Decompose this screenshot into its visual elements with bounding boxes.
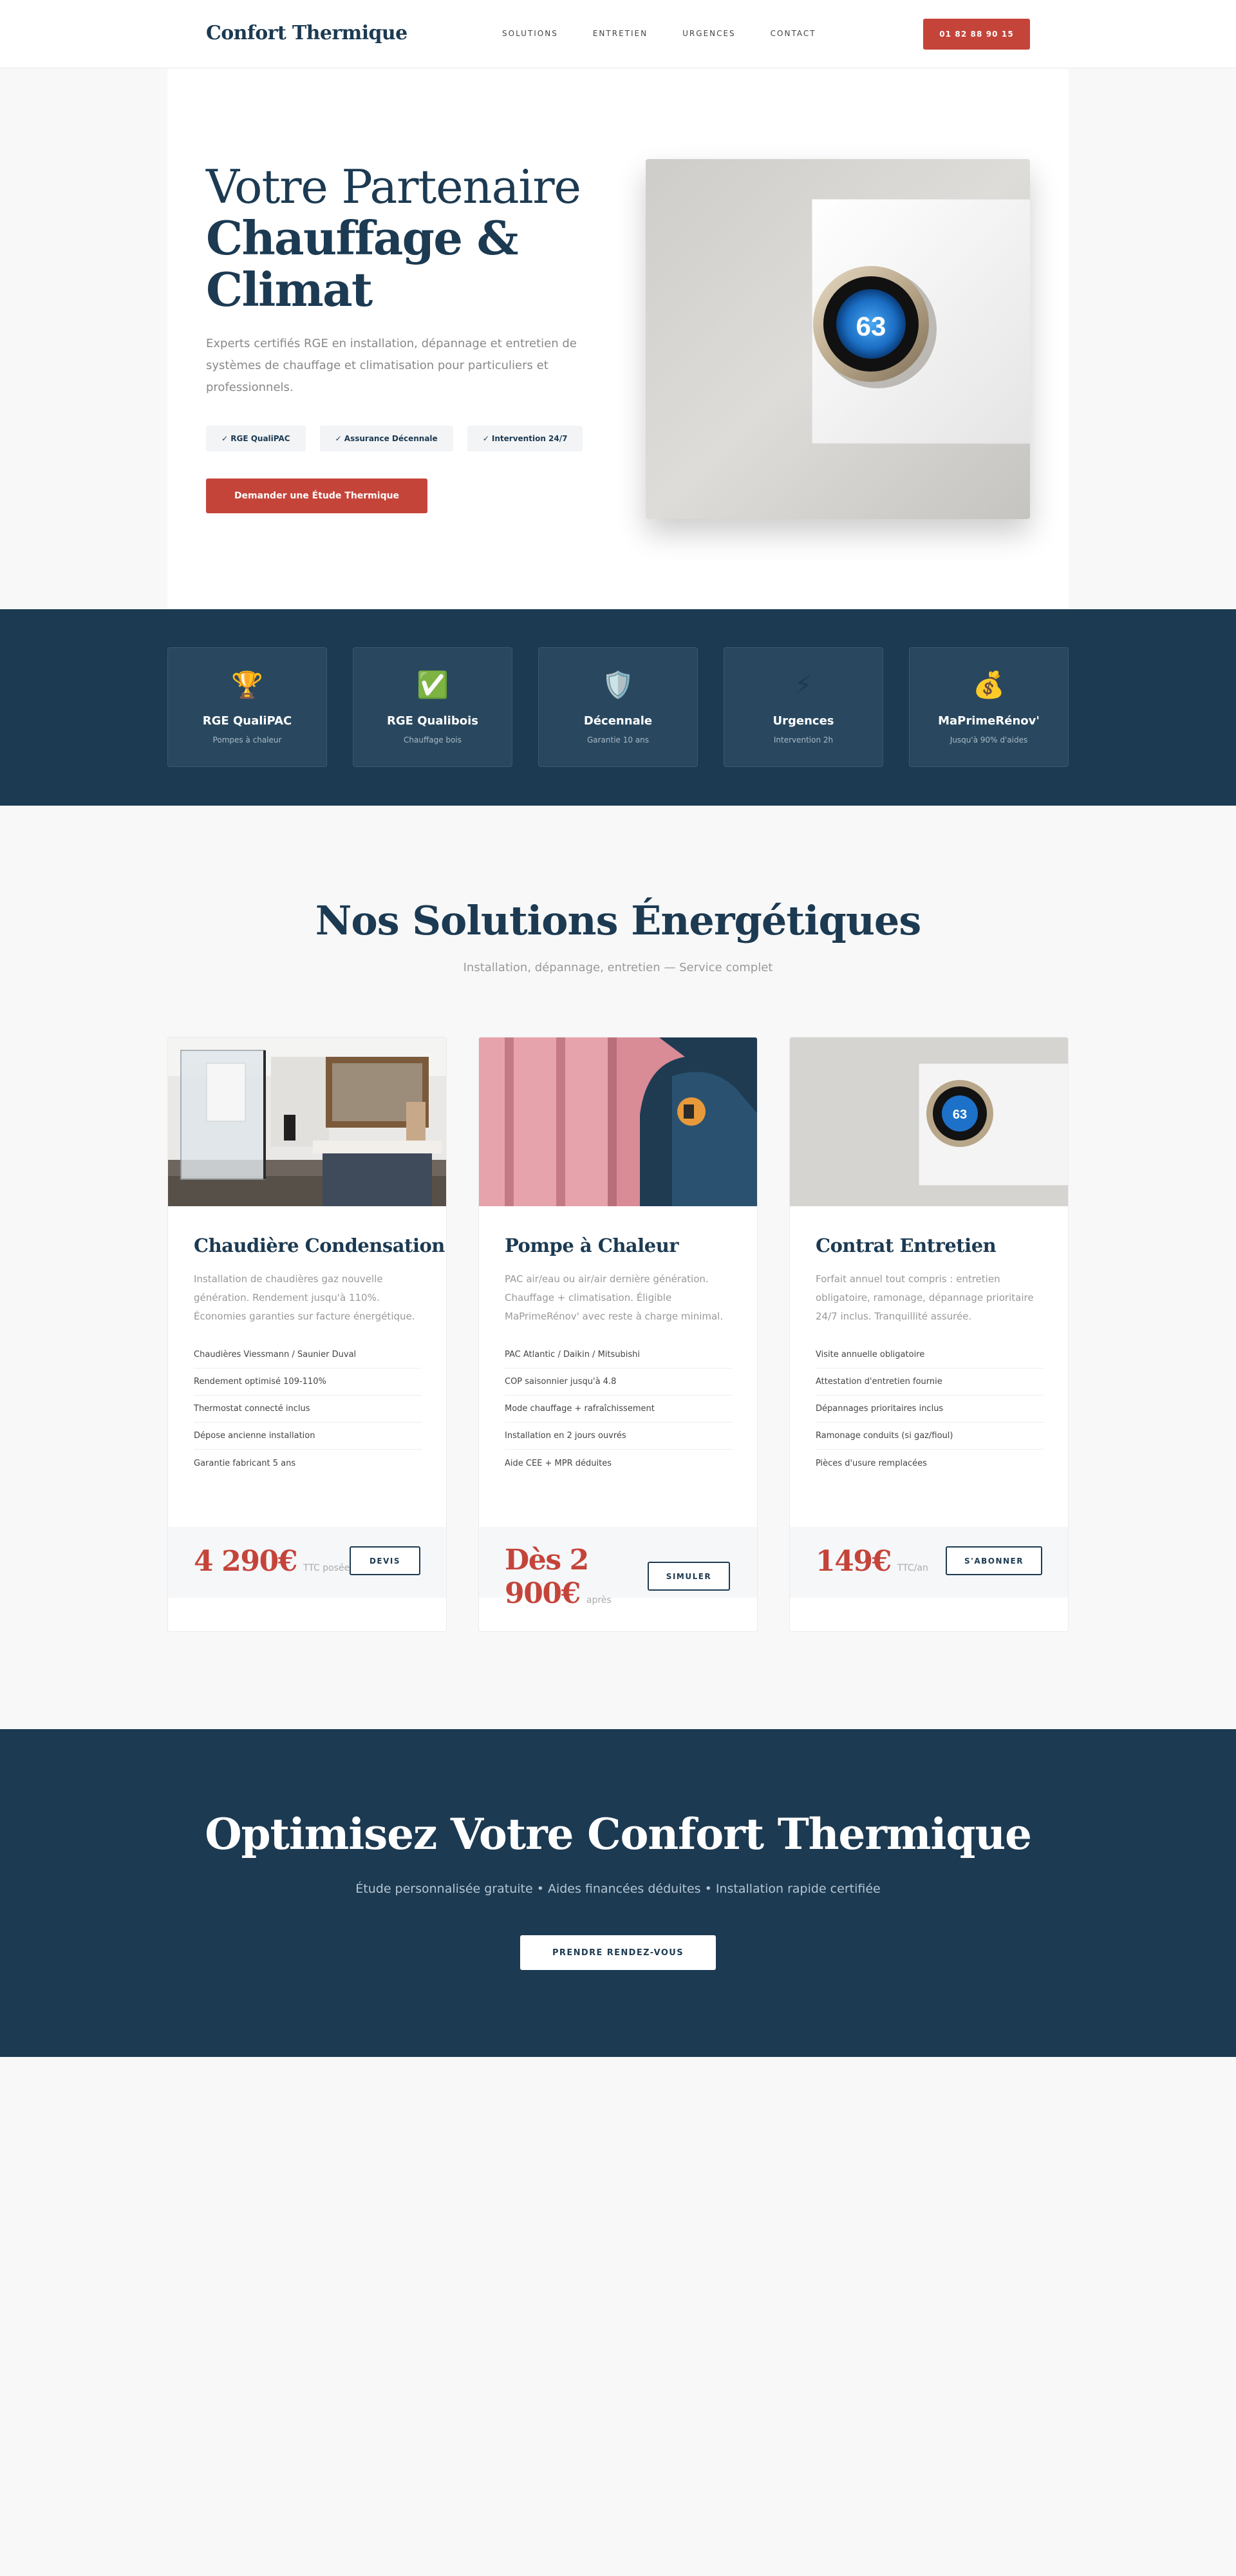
lightning-icon: ⚡ <box>794 670 813 700</box>
solutions-subtitle: Installation, dépannage, entretien — Ser… <box>463 961 773 974</box>
cta-title: Optimisez Votre Confort Thermique <box>205 1809 1032 1859</box>
nav-link-urgences[interactable]: URGENCES <box>682 29 736 38</box>
site-header: Confort Thermique SOLUTIONS ENTRETIEN UR… <box>0 0 1236 68</box>
cert-title: RGE QualiPAC <box>202 714 292 728</box>
cert-card-qualipac: 🏆 RGE QualiPAC Pompes à chaleur <box>167 647 327 767</box>
certifications-band: 🏆 RGE QualiPAC Pompes à chaleur ✅ RGE Qu… <box>0 609 1236 806</box>
quote-button[interactable]: DEVIS <box>350 1546 420 1575</box>
cert-card-maprimerenov: 💰 MaPrimeRénov' Jusqu'à 90% d'aides <box>909 647 1069 767</box>
feature-list: Chaudières Viessmann / Saunier Duval Ren… <box>194 1341 422 1477</box>
feature-list: Visite annuelle obligatoire Attestation … <box>816 1341 1044 1477</box>
hero-title: Votre Partenaire Chauffage & Climat <box>206 161 618 316</box>
card-price: 4 290€ TTC posée <box>194 1545 350 1585</box>
feature-item: Mode chauffage + rafraîchissement <box>505 1396 733 1423</box>
hero-badges: ✓ RGE QualiPAC ✓ Assurance Décennale ✓ I… <box>206 426 583 451</box>
modern-bathroom-icon <box>168 1037 446 1206</box>
phone-button[interactable]: 01 82 88 90 15 <box>923 19 1030 50</box>
feature-item: Dépannages prioritaires inclus <box>816 1396 1044 1423</box>
badge-decennale: ✓ Assurance Décennale <box>319 426 453 451</box>
feature-item: Visite annuelle obligatoire <box>816 1341 1044 1368</box>
hero-title-line1: Votre Partenaire <box>206 160 581 214</box>
nav-link-solutions[interactable]: SOLUTIONS <box>502 29 558 38</box>
card-description: PAC air/eau ou air/air dernière générati… <box>505 1273 724 1322</box>
cta-band: Optimisez Votre Confort Thermique Étude … <box>0 1729 1236 2057</box>
insulation-image <box>479 1037 757 1206</box>
feature-list: PAC Atlantic / Daikin / Mitsubishi COP s… <box>505 1341 733 1477</box>
request-study-button[interactable]: Demander une Étude Thermique <box>206 478 427 513</box>
smart-thermostat-icon: 63 <box>646 159 1030 519</box>
feature-item: Chaudières Viessmann / Saunier Duval <box>194 1341 422 1368</box>
feature-item: COP saisonnier jusqu'à 4.8 <box>505 1368 733 1396</box>
cert-title: RGE Qualibois <box>387 714 478 728</box>
cert-subtitle: Pompes à chaleur <box>212 735 282 744</box>
card-footer: Dès 2 900€après aides SIMULER <box>479 1527 757 1610</box>
badge-intervention: ✓ Intervention 24/7 <box>467 426 583 451</box>
card-title: Chaudière Condensation <box>194 1235 445 1256</box>
price-value: 149€ <box>816 1545 892 1578</box>
hero-thermostat-image: 63 <box>646 159 1030 519</box>
feature-item: Aide CEE + MPR déduites <box>505 1458 612 1468</box>
cert-card-qualibois: ✅ RGE Qualibois Chauffage bois <box>353 647 512 767</box>
feature-item: Dépose ancienne installation <box>194 1423 422 1450</box>
solutions-title: Nos Solutions Énergétiques <box>315 897 922 944</box>
subscribe-button[interactable]: S'ABONNER <box>946 1546 1042 1575</box>
bathroom-image <box>168 1037 446 1206</box>
feature-item: Attestation d'entretien fournie <box>816 1368 1044 1396</box>
nav-link-entretien[interactable]: ENTRETIEN <box>593 29 648 38</box>
cert-subtitle: Jusqu'à 90% d'aides <box>950 735 1028 744</box>
price-value: 4 290€ <box>194 1545 297 1578</box>
site-logo[interactable]: Confort Thermique <box>206 22 407 44</box>
insulation-installer-icon <box>479 1037 757 1206</box>
thermostat-display: 63 <box>953 1108 967 1122</box>
price-value: Dès 2 900€ <box>505 1544 589 1610</box>
cert-title: MaPrimeRénov' <box>938 714 1040 728</box>
solution-card-entretien: 63 Contrat Entretien Forfait annuel tout… <box>789 1037 1069 1632</box>
money-bag-icon: 💰 <box>973 670 1005 700</box>
feature-item: Garantie fabricant 5 ans <box>194 1458 296 1468</box>
card-price: 149€ TTC/an <box>816 1545 928 1585</box>
feature-item: Thermostat connecté inclus <box>194 1396 422 1423</box>
feature-item: Rendement optimisé 109-110% <box>194 1368 422 1396</box>
cta-subtitle: Étude personnalisée gratuite • Aides fin… <box>355 1882 881 1896</box>
cert-title: Décennale <box>583 714 653 728</box>
hero-description: Experts certifiés RGE en installation, d… <box>206 337 577 394</box>
card-price: Dès 2 900€après aides <box>505 1544 612 1631</box>
feature-item: Ramonage conduits (si gaz/fioul) <box>816 1423 1044 1450</box>
thermostat-display: 63 <box>856 311 886 341</box>
feature-item: PAC Atlantic / Daikin / Mitsubishi <box>505 1341 733 1368</box>
shield-icon: 🛡️ <box>602 670 634 700</box>
card-title: Pompe à Chaleur <box>505 1235 679 1256</box>
cert-subtitle: Intervention 2h <box>773 735 834 744</box>
solution-card-pac: Pompe à Chaleur PAC air/eau ou air/air d… <box>478 1037 758 1632</box>
card-description: Installation de chaudières gaz nouvelle … <box>194 1273 415 1322</box>
card-title: Contrat Entretien <box>816 1235 997 1256</box>
card-footer: 149€ TTC/an S'ABONNER <box>790 1527 1068 1598</box>
feature-item: Installation en 2 jours ouvrés <box>505 1423 733 1450</box>
cert-subtitle: Garantie 10 ans <box>586 735 650 744</box>
hero-title-line2: Chauffage & Climat <box>206 211 518 317</box>
card-footer: 4 290€ TTC posée DEVIS <box>168 1527 446 1598</box>
cert-title: Urgences <box>772 714 834 728</box>
cert-card-decennale: 🛡️ Décennale Garantie 10 ans <box>538 647 698 767</box>
cert-subtitle: Chauffage bois <box>404 735 462 744</box>
book-appointment-button[interactable]: PRENDRE RENDEZ-VOUS <box>520 1935 716 1970</box>
check-mark-icon: ✅ <box>417 670 449 700</box>
main-nav: SOLUTIONS ENTRETIEN URGENCES CONTACT <box>502 29 816 38</box>
cert-card-urgences: ⚡ Urgences Intervention 2h <box>724 647 883 767</box>
price-note: TTC/an <box>897 1563 928 1573</box>
badge-qualipac: ✓ RGE QualiPAC <box>206 426 306 451</box>
smart-thermostat-icon: 63 <box>790 1037 1068 1206</box>
solution-card-chaudiere: Chaudière Condensation Installation de c… <box>167 1037 447 1632</box>
trophy-icon: 🏆 <box>231 670 263 700</box>
price-note: TTC posée <box>303 1563 350 1573</box>
thermostat-image: 63 <box>790 1037 1068 1206</box>
feature-item: Pièces d'usure remplacées <box>816 1458 927 1468</box>
card-description: Forfait annuel tout compris : entretien … <box>816 1273 1034 1322</box>
simulate-button[interactable]: SIMULER <box>648 1562 730 1591</box>
hero-section: Votre Partenaire Chauffage & Climat Expe… <box>167 69 1069 609</box>
nav-link-contact[interactable]: CONTACT <box>771 29 816 38</box>
